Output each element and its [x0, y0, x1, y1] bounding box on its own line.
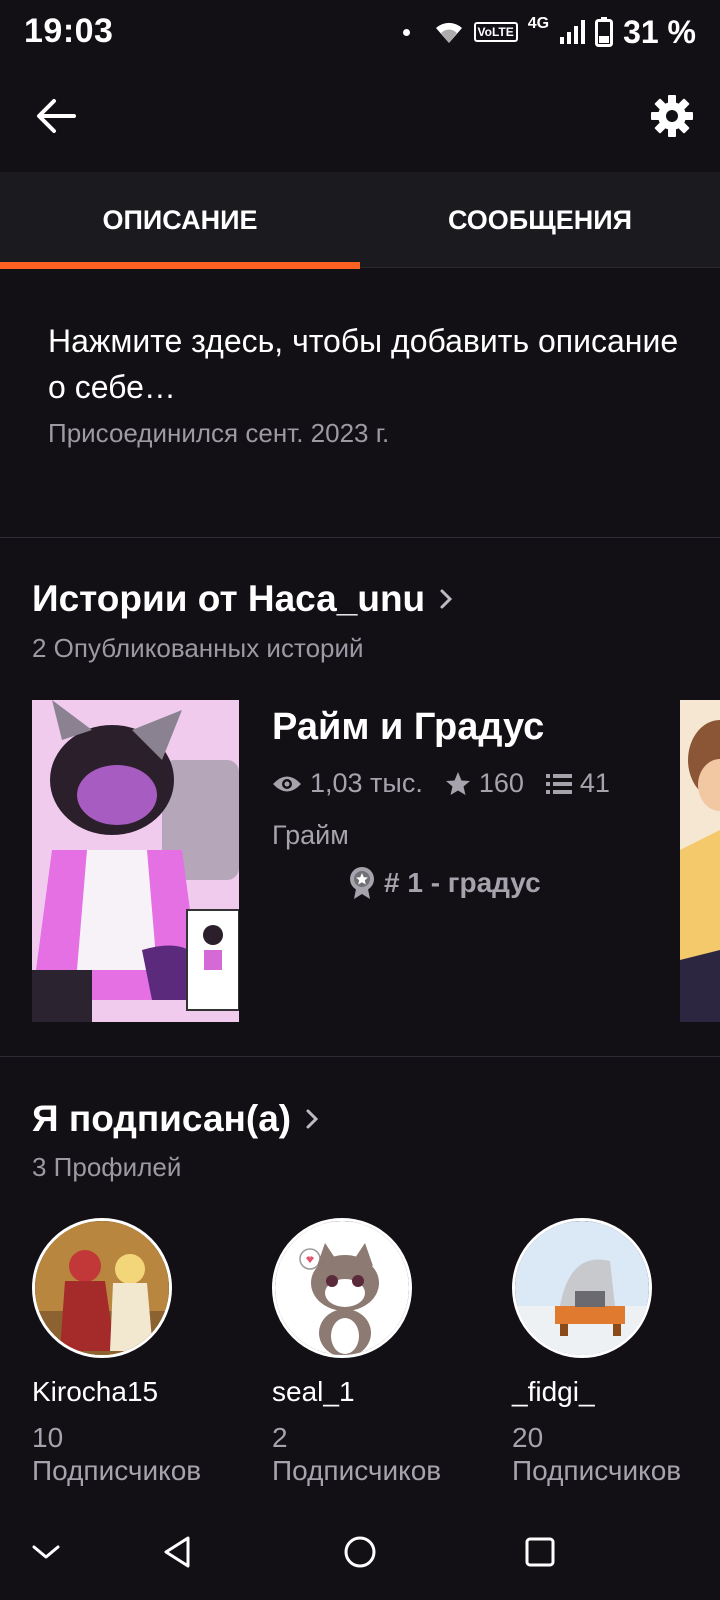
description-block[interactable]: Нажмите здесь, чтобы добавить описание о…	[48, 318, 688, 449]
rank-badge-icon	[350, 867, 374, 899]
wifi-icon	[435, 22, 462, 43]
avatar[interactable]	[512, 1218, 652, 1358]
stories-section-title: Истории от Наса_unu	[32, 578, 426, 619]
story-parts-count: 41	[579, 768, 610, 798]
status-bar: 19:03 VoLTE 4G 31 %	[0, 0, 720, 64]
back-arrow-icon[interactable]	[34, 94, 78, 138]
story-votes: 160	[445, 768, 524, 799]
profile-name: _fidgi_	[512, 1376, 595, 1407]
home-circle-icon[interactable]	[338, 1530, 382, 1574]
profile-card[interactable]: _fidgi_ 20 Подписчиков	[512, 1218, 720, 1488]
profile-card[interactable]: Kirocha15 10 Подписчиков	[32, 1218, 252, 1488]
story-title[interactable]: Райм и Градус	[272, 706, 544, 749]
gear-icon[interactable]	[648, 92, 696, 140]
story-parts: 41	[545, 768, 610, 799]
avatar[interactable]	[272, 1218, 412, 1358]
story-views: 1,03 тыс.	[272, 768, 423, 799]
profile-tabs: ОПИСАНИЕ СООБЩЕНИЯ	[0, 172, 720, 269]
story-rank: # 1 - градус	[348, 866, 541, 900]
description-placeholder[interactable]: Нажмите здесь, чтобы добавить описание о…	[48, 318, 688, 410]
network-type: 4G	[527, 15, 550, 32]
story-votes-count: 160	[478, 768, 524, 798]
profile-followers-label: Подписчиков	[272, 1455, 442, 1486]
divider	[0, 1056, 720, 1057]
profile-followers-label: Подписчиков	[32, 1455, 202, 1486]
tab-description[interactable]: ОПИСАНИЕ	[0, 172, 360, 268]
collapse-chevron-icon[interactable]	[24, 1530, 68, 1574]
profile-followers-label: Подписчиков	[512, 1455, 682, 1486]
profile-followers-count: 20	[512, 1422, 544, 1453]
profile-followers-count: 10	[32, 1422, 64, 1453]
joined-date: Присоединился сент. 2023 г.	[48, 418, 390, 448]
notification-dot-icon	[402, 28, 410, 36]
story-cover-image-next[interactable]	[680, 700, 720, 1022]
story-stats: 1,03 тыс. 160 41	[272, 768, 632, 799]
following-section-title: Я подписан(а)	[32, 1098, 292, 1139]
avatar[interactable]	[32, 1218, 172, 1358]
battery-icon	[595, 17, 614, 47]
tab-messages[interactable]: СООБЩЕНИЯ	[360, 172, 720, 268]
app-bar	[0, 64, 720, 172]
list-icon	[545, 773, 572, 794]
star-icon	[445, 771, 470, 795]
volte-icon: VoLTE	[473, 22, 518, 42]
chevron-right-icon	[440, 589, 453, 609]
profile-card[interactable]: seal_1 2 Подписчиков	[272, 1218, 492, 1488]
system-nav-bar	[0, 1504, 720, 1600]
story-views-count: 1,03 тыс.	[310, 768, 423, 798]
divider	[0, 537, 720, 538]
back-triangle-icon[interactable]	[156, 1530, 200, 1574]
chevron-right-icon	[306, 1109, 319, 1129]
profile-followers-count: 2	[272, 1422, 288, 1453]
status-time: 19:03	[24, 12, 114, 50]
stories-count: 2 Опубликованных историй	[32, 633, 364, 663]
recents-square-icon[interactable]	[518, 1530, 562, 1574]
profile-name: Kirocha15	[32, 1376, 159, 1407]
eye-icon	[273, 776, 301, 791]
status-icons: VoLTE 4G 31 %	[402, 13, 696, 50]
following-section-header[interactable]: Я подписан(а)	[32, 1098, 319, 1140]
battery-percent: 31 %	[623, 13, 696, 50]
following-list: Kirocha15 10 Подписчиков seal_1 2 Подпис…	[0, 1218, 720, 1498]
stories-section-header[interactable]: Истории от Наса_unu	[32, 578, 453, 620]
profile-name: seal_1	[272, 1376, 355, 1407]
story-rank-text: # 1 - градус	[384, 867, 541, 898]
signal-icon	[560, 20, 586, 44]
story-tag[interactable]: Грайм	[272, 820, 349, 851]
tab-selected-indicator	[0, 262, 360, 269]
story-cover-image[interactable]	[32, 700, 239, 1022]
following-count: 3 Профилей	[32, 1152, 182, 1182]
